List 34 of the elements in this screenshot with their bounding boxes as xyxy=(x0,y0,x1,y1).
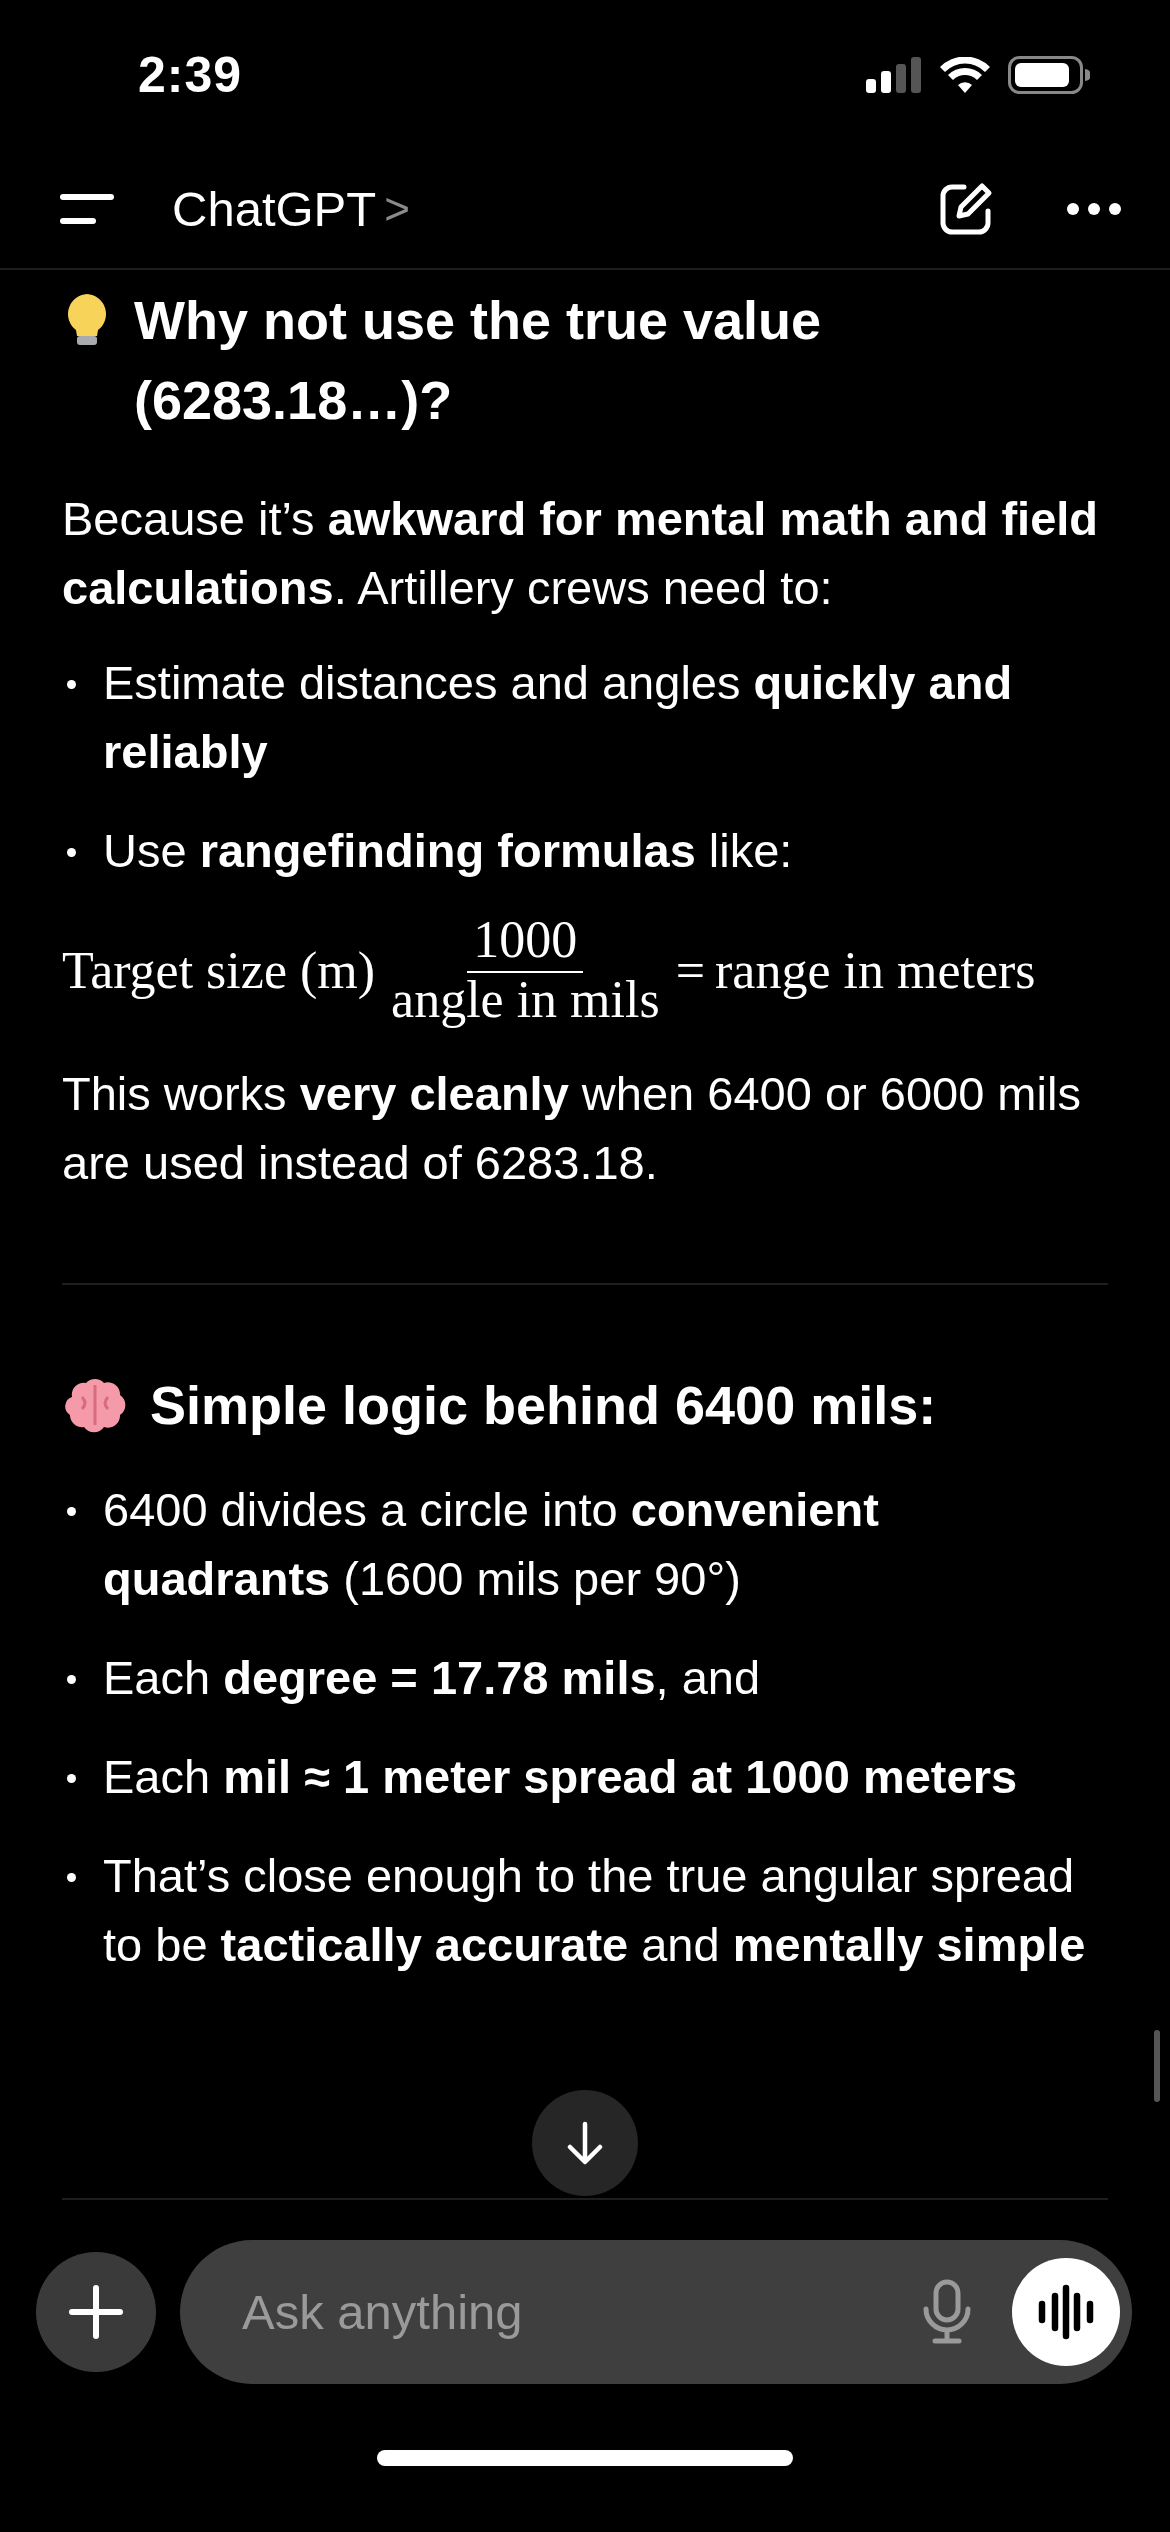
waveform-icon xyxy=(1038,2284,1094,2340)
list-item-text: Estimate distances and angles quickly and reliably xyxy=(103,655,1014,780)
scrollbar xyxy=(1154,2030,1160,2102)
microphone-icon xyxy=(922,2279,972,2345)
arrow-down-icon xyxy=(565,2121,605,2165)
paragraph: This works very cleanly when 6400 or 6000 mils are used instead of 6283.18. xyxy=(62,1066,1082,1191)
section-heading: Why not use the true value (6283.18…)? xyxy=(134,289,823,432)
status-time: 2:39 xyxy=(138,46,243,104)
microphone-button[interactable] xyxy=(922,2279,972,2345)
formula-text: = xyxy=(675,940,705,1000)
bullet-icon xyxy=(67,1774,76,1783)
battery-icon xyxy=(1008,56,1090,94)
message-input[interactable]: Ask anything xyxy=(240,2283,922,2341)
bullet-icon xyxy=(67,1873,76,1882)
list-item-text: That’s close enough to the true angular spread to be tactically accurate and mentally simple xyxy=(103,1848,1087,1973)
section-heading: Simple logic behind 6400 mils: xyxy=(150,1374,937,1437)
list-item-text: 6400 divides a circle into convenient quadrants (1600 mils per 90°) xyxy=(103,1482,880,1607)
bullet-icon xyxy=(67,1507,76,1516)
composer-bar[interactable]: Ask anything xyxy=(180,2240,1132,2384)
brain-icon xyxy=(62,1377,128,1433)
wifi-icon xyxy=(940,57,990,93)
bullet-icon xyxy=(67,680,76,689)
model-selector[interactable]: ChatGPT > xyxy=(172,181,410,237)
signal-icon xyxy=(866,57,922,93)
list-item-text: Each mil ≈ 1 meter spread at 1000 meters xyxy=(103,1749,1018,1805)
list-item-text: Use rangefinding formulas like: xyxy=(103,823,793,879)
bullet-icon xyxy=(67,1675,76,1684)
formula-text: range in meters xyxy=(715,940,1036,1000)
formula-numerator: 1000 xyxy=(467,915,584,973)
list-item-text: Each degree = 17.78 mils, and xyxy=(103,1650,761,1706)
formula-text: Target size (m) xyxy=(62,940,376,1000)
bullet-icon xyxy=(67,848,76,857)
paragraph: Because it’s awkward for mental math and field calculations. Artillery crews need to: xyxy=(62,491,1100,616)
plus-icon xyxy=(69,2285,123,2339)
